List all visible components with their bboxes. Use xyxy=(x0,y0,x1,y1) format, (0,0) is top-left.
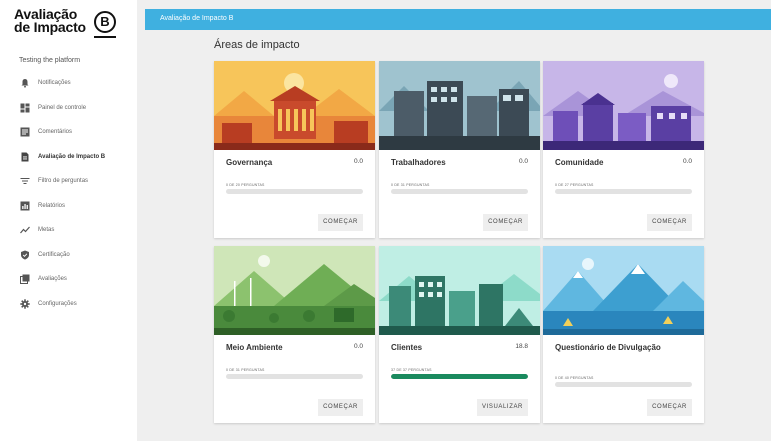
sidebar-item-label: Comentários xyxy=(38,129,73,136)
disclosure-illustration xyxy=(543,246,704,335)
card-title: Trabalhadores xyxy=(391,158,446,167)
sidebar: Avaliação de Impacto B Testing the platf… xyxy=(0,0,137,441)
comment-icon xyxy=(20,127,30,137)
organization-name: Testing the platform xyxy=(19,57,81,64)
sidebar-item-label: Painel de controle xyxy=(38,104,87,111)
bell-icon xyxy=(20,78,30,88)
shield-icon xyxy=(20,250,30,260)
card-progress-label: 37 DE 37 PERGUNTAS xyxy=(391,368,432,372)
impact-area-card-clientes[interactable]: Clientes 18.8 37 DE 37 PERGUNTAS VISUALI… xyxy=(379,246,540,423)
start-button[interactable]: COMEÇAR xyxy=(318,399,363,416)
card-score: 18.8 xyxy=(515,343,528,350)
card-progress-label: 0 DE 27 PERGUNTAS xyxy=(555,183,594,187)
card-progress-bar xyxy=(226,374,363,379)
sidebar-item-label: Avaliação de Impacto B xyxy=(38,153,106,160)
top-bar: Avaliação de Impacto B xyxy=(145,9,771,30)
view-button[interactable]: VISUALIZAR xyxy=(476,399,528,416)
start-button[interactable]: COMEÇAR xyxy=(483,214,528,231)
top-bar-title: Avaliação de Impacto B xyxy=(160,15,234,22)
sidebar-item-relatorios[interactable]: Relatórios xyxy=(0,194,137,219)
page-title: Áreas de impacto xyxy=(214,39,300,51)
sidebar-item-label: Certificação xyxy=(38,251,70,258)
sidebar-item-label: Notificações xyxy=(38,80,71,87)
sidebar-item-certificacao[interactable]: Certificação xyxy=(0,243,137,268)
sidebar-item-notificacoes[interactable]: Notificações xyxy=(0,71,137,96)
card-title: Governança xyxy=(226,158,273,167)
b-impact-logo[interactable]: Avaliação de Impacto B xyxy=(14,7,124,40)
card-progress-fill xyxy=(391,374,528,379)
logo-underline xyxy=(94,36,116,38)
community-illustration xyxy=(543,61,704,150)
card-title: Comunidade xyxy=(555,158,604,167)
filter-icon xyxy=(20,176,30,186)
card-progress-bar xyxy=(226,189,363,194)
card-progress-bar xyxy=(391,374,528,379)
b-corp-mark-icon: B xyxy=(94,11,116,33)
card-title: Meio Ambiente xyxy=(226,343,283,352)
trend-icon xyxy=(20,225,30,235)
gear-icon xyxy=(20,299,30,309)
start-button[interactable]: COMEÇAR xyxy=(647,399,692,416)
card-progress-bar xyxy=(555,189,692,194)
card-progress-bar xyxy=(391,189,528,194)
sidebar-nav: Notificações Painel de controle Comentár… xyxy=(0,71,137,316)
card-progress-label: 0 DE 31 PERGUNTAS xyxy=(391,183,430,187)
start-button[interactable]: COMEÇAR xyxy=(647,214,692,231)
sidebar-item-metas[interactable]: Metas xyxy=(0,218,137,243)
start-button[interactable]: COMEÇAR xyxy=(318,214,363,231)
sidebar-item-comentarios[interactable]: Comentários xyxy=(0,120,137,145)
chart-icon xyxy=(20,201,30,211)
document-icon xyxy=(20,152,30,162)
card-title: Clientes xyxy=(391,343,423,352)
sidebar-item-avaliacoes[interactable]: Avaliações xyxy=(0,267,137,292)
main-content: Avaliação de Impacto B Áreas de impacto xyxy=(137,0,771,441)
card-progress-label: 0 DE 31 PERGUNTAS xyxy=(226,368,265,372)
sidebar-item-label: Relatórios xyxy=(38,202,66,209)
customers-illustration xyxy=(379,246,540,335)
card-score: 0.0 xyxy=(353,343,363,350)
card-progress-label: 0 DE 40 PERGUNTAS xyxy=(555,376,594,380)
impact-area-card-governanca[interactable]: Governança 0.0 0 DE 20 PERGUNTAS COMEÇAR xyxy=(214,61,375,238)
sidebar-item-configuracoes[interactable]: Configurações xyxy=(0,292,137,317)
impact-area-card-trabalhadores[interactable]: Trabalhadores 0.0 0 DE 31 PERGUNTAS COME… xyxy=(379,61,540,238)
sidebar-item-label: Metas xyxy=(38,227,55,234)
sidebar-item-painel-de-controle[interactable]: Painel de controle xyxy=(0,96,137,121)
card-progress-label: 0 DE 20 PERGUNTAS xyxy=(226,183,265,187)
card-score: 0.0 xyxy=(682,158,692,165)
sidebar-item-label: Filtro de perguntas xyxy=(38,178,89,185)
impact-area-card-questionario-de-divulgacao[interactable]: Questionário de Divulgação 0 DE 40 PERGU… xyxy=(543,246,704,423)
card-score: 0.0 xyxy=(353,158,363,165)
sidebar-item-label: Configurações xyxy=(38,300,77,307)
card-score: 0.0 xyxy=(518,158,528,165)
impact-area-card-meio-ambiente[interactable]: Meio Ambiente 0.0 0 DE 31 PERGUNTAS COME… xyxy=(214,246,375,423)
impact-area-card-comunidade[interactable]: Comunidade 0.0 0 DE 27 PERGUNTAS COMEÇAR xyxy=(543,61,704,238)
environment-illustration xyxy=(214,246,375,335)
sidebar-item-filtro-de-perguntas[interactable]: Filtro de perguntas xyxy=(0,169,137,194)
card-progress-bar xyxy=(555,382,692,387)
card-title: Questionário de Divulgação xyxy=(555,343,661,352)
governance-illustration xyxy=(214,61,375,150)
sidebar-item-label: Avaliações xyxy=(38,276,67,283)
workers-illustration xyxy=(379,61,540,150)
sidebar-item-avaliacao-de-impacto-b[interactable]: Avaliação de Impacto B xyxy=(0,145,137,170)
dashboard-icon xyxy=(20,103,30,113)
library-icon xyxy=(20,274,30,285)
